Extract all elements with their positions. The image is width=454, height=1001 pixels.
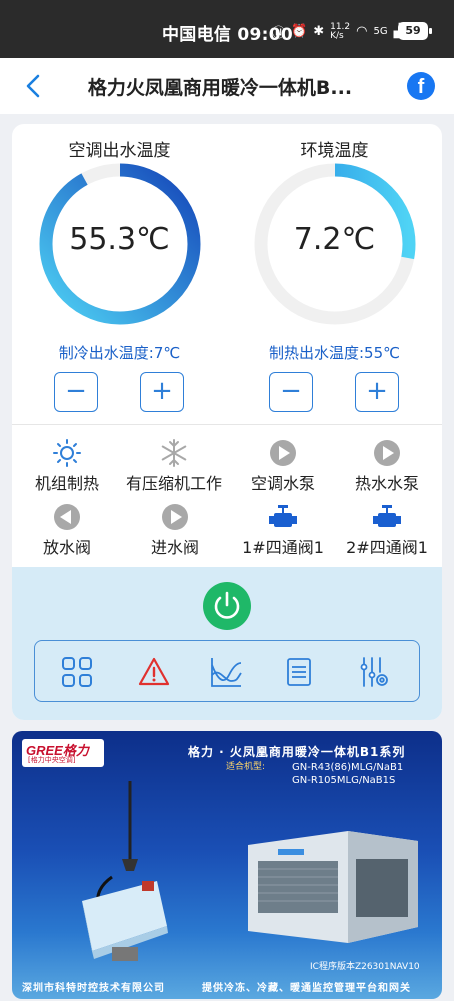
water-outlet-gauge: 空调出水温度 55.3℃ 制冷出水温度:7℃ − + — [12, 124, 227, 424]
status-label: 机组制热 — [34, 474, 99, 493]
dashboard-button[interactable] — [60, 655, 94, 689]
status-bar: 中国电信 09:00 Ⓝ ⏰ ✱ 11.2 K/s ◠ 5G ▟ 59 — [0, 0, 454, 58]
outdoor-unit-image — [248, 831, 418, 943]
chevron-left-icon — [26, 74, 40, 98]
model-list: 适合机型: GN-R43(86)MLG/NaB1 GN-R105MLG/NaB1… — [226, 761, 404, 787]
status-label: 进水阀 — [150, 538, 199, 557]
battery-indicator: 59 — [398, 22, 428, 40]
play-icon — [162, 504, 188, 530]
heating-increase-button[interactable]: + — [355, 372, 399, 412]
sun-icon — [53, 439, 81, 467]
heating-setpoint-label: 制热出水温度:55℃ — [269, 344, 400, 362]
network-type: 5G — [373, 26, 388, 37]
status-drain-valve: 放水阀 — [12, 502, 122, 562]
status-inlet-valve: 进水阀 — [120, 502, 230, 562]
status-label: 2#四通阀1 — [346, 538, 428, 557]
facebook-share-button[interactable]: f — [407, 72, 435, 100]
gauge-value: 7.2℃ — [293, 222, 376, 257]
function-toolbar — [34, 640, 420, 702]
control-panel — [12, 567, 442, 720]
status-icons: Ⓝ ⏰ ✱ 11.2 K/s ◠ 5G ▟ — [272, 22, 404, 41]
banner-title: 格力 · 火凤凰商用暖冷一体机B1系列 — [188, 745, 406, 759]
play-left-icon — [54, 504, 80, 530]
page-title: 格力火凤凰商用暖冷一体机B... — [87, 77, 353, 99]
gauge-value: 55.3℃ — [69, 222, 170, 257]
play-icon — [374, 440, 400, 466]
snowflake-icon — [161, 439, 187, 467]
gauge-title: 环境温度 — [300, 141, 369, 161]
title-bar: 格力火凤凰商用暖冷一体机B... f — [0, 58, 454, 114]
nfc-icon: Ⓝ — [272, 26, 286, 41]
status-label: 放水阀 — [42, 538, 91, 557]
ambient-temp-gauge: 环境温度 7.2℃ 制热出水温度:55℃ − + — [227, 124, 442, 424]
status-unit-heating: 机组制热 — [12, 438, 122, 498]
status-label: 1#四通阀1 — [242, 538, 324, 557]
status-four-way-valve-2: 2#四通阀1 — [332, 502, 442, 562]
wifi-icon: ◠ — [356, 24, 368, 39]
valve-icon — [269, 505, 297, 527]
bluetooth-icon: ✱ — [313, 24, 325, 39]
status-label: 有压缩机工作 — [125, 474, 222, 493]
status-label: 热水水泵 — [354, 474, 419, 493]
status-ac-pump: 空调水泵 — [228, 438, 338, 498]
list-icon — [287, 658, 311, 686]
status-compressor: 有压缩机工作 — [120, 438, 228, 498]
company-slogan: 提供冷冻、冷藏、暖通监控管理平台和网关 — [202, 983, 411, 994]
power-icon — [214, 591, 240, 619]
status-hot-water-pump: 热水水泵 — [332, 438, 442, 498]
play-icon — [270, 440, 296, 466]
product-banner: GREE格力 [格力中央空调] 格力 · 火凤凰商用暖冷一体机B1系列 适合机型… — [12, 731, 442, 999]
model-2: GN-R105MLG/NaB1S — [292, 775, 396, 786]
company-name: 深圳市科特时控技术有限公司 — [22, 983, 165, 994]
model-1: GN-R43(86)MLG/NaB1 — [292, 762, 404, 773]
power-button[interactable] — [203, 582, 251, 630]
valve-icon — [373, 505, 401, 527]
brand-subtitle: [格力中央空调] — [28, 756, 76, 764]
trend-chart-button[interactable] — [209, 655, 243, 689]
back-button[interactable] — [22, 72, 46, 100]
grid-icon — [62, 657, 92, 687]
network-speed: 11.2 K/s — [330, 21, 351, 41]
status-four-way-valve-1: 1#四通阀1 — [228, 502, 338, 562]
parameter-list-button[interactable] — [282, 655, 316, 689]
models-label: 适合机型: — [226, 762, 266, 772]
alarm-icon: ⏰ — [291, 24, 308, 39]
alarm-button[interactable] — [137, 655, 171, 689]
heating-decrease-button[interactable]: − — [269, 372, 313, 412]
settings-button[interactable] — [357, 655, 391, 689]
status-label: 空调水泵 — [250, 474, 315, 493]
firmware-version: IC程序版本Z26301NAV10 — [310, 962, 420, 972]
cooling-decrease-button[interactable]: − — [54, 372, 98, 412]
main-card: 空调出水温度 55.3℃ 制冷出水温度:7℃ − + 环境温度 7.2℃ 制热出… — [12, 124, 442, 720]
cooling-increase-button[interactable]: + — [140, 372, 184, 412]
settings-sliders-icon — [360, 657, 388, 687]
chart-icon — [211, 658, 242, 687]
gateway-device-image — [82, 781, 168, 961]
gauge-title: 空调出水温度 — [68, 141, 171, 161]
divider — [12, 424, 442, 425]
battery-tip — [429, 28, 432, 34]
cooling-setpoint-label: 制冷出水温度:7℃ — [58, 344, 181, 362]
facebook-icon: f — [417, 76, 425, 98]
warning-icon — [138, 657, 170, 686]
